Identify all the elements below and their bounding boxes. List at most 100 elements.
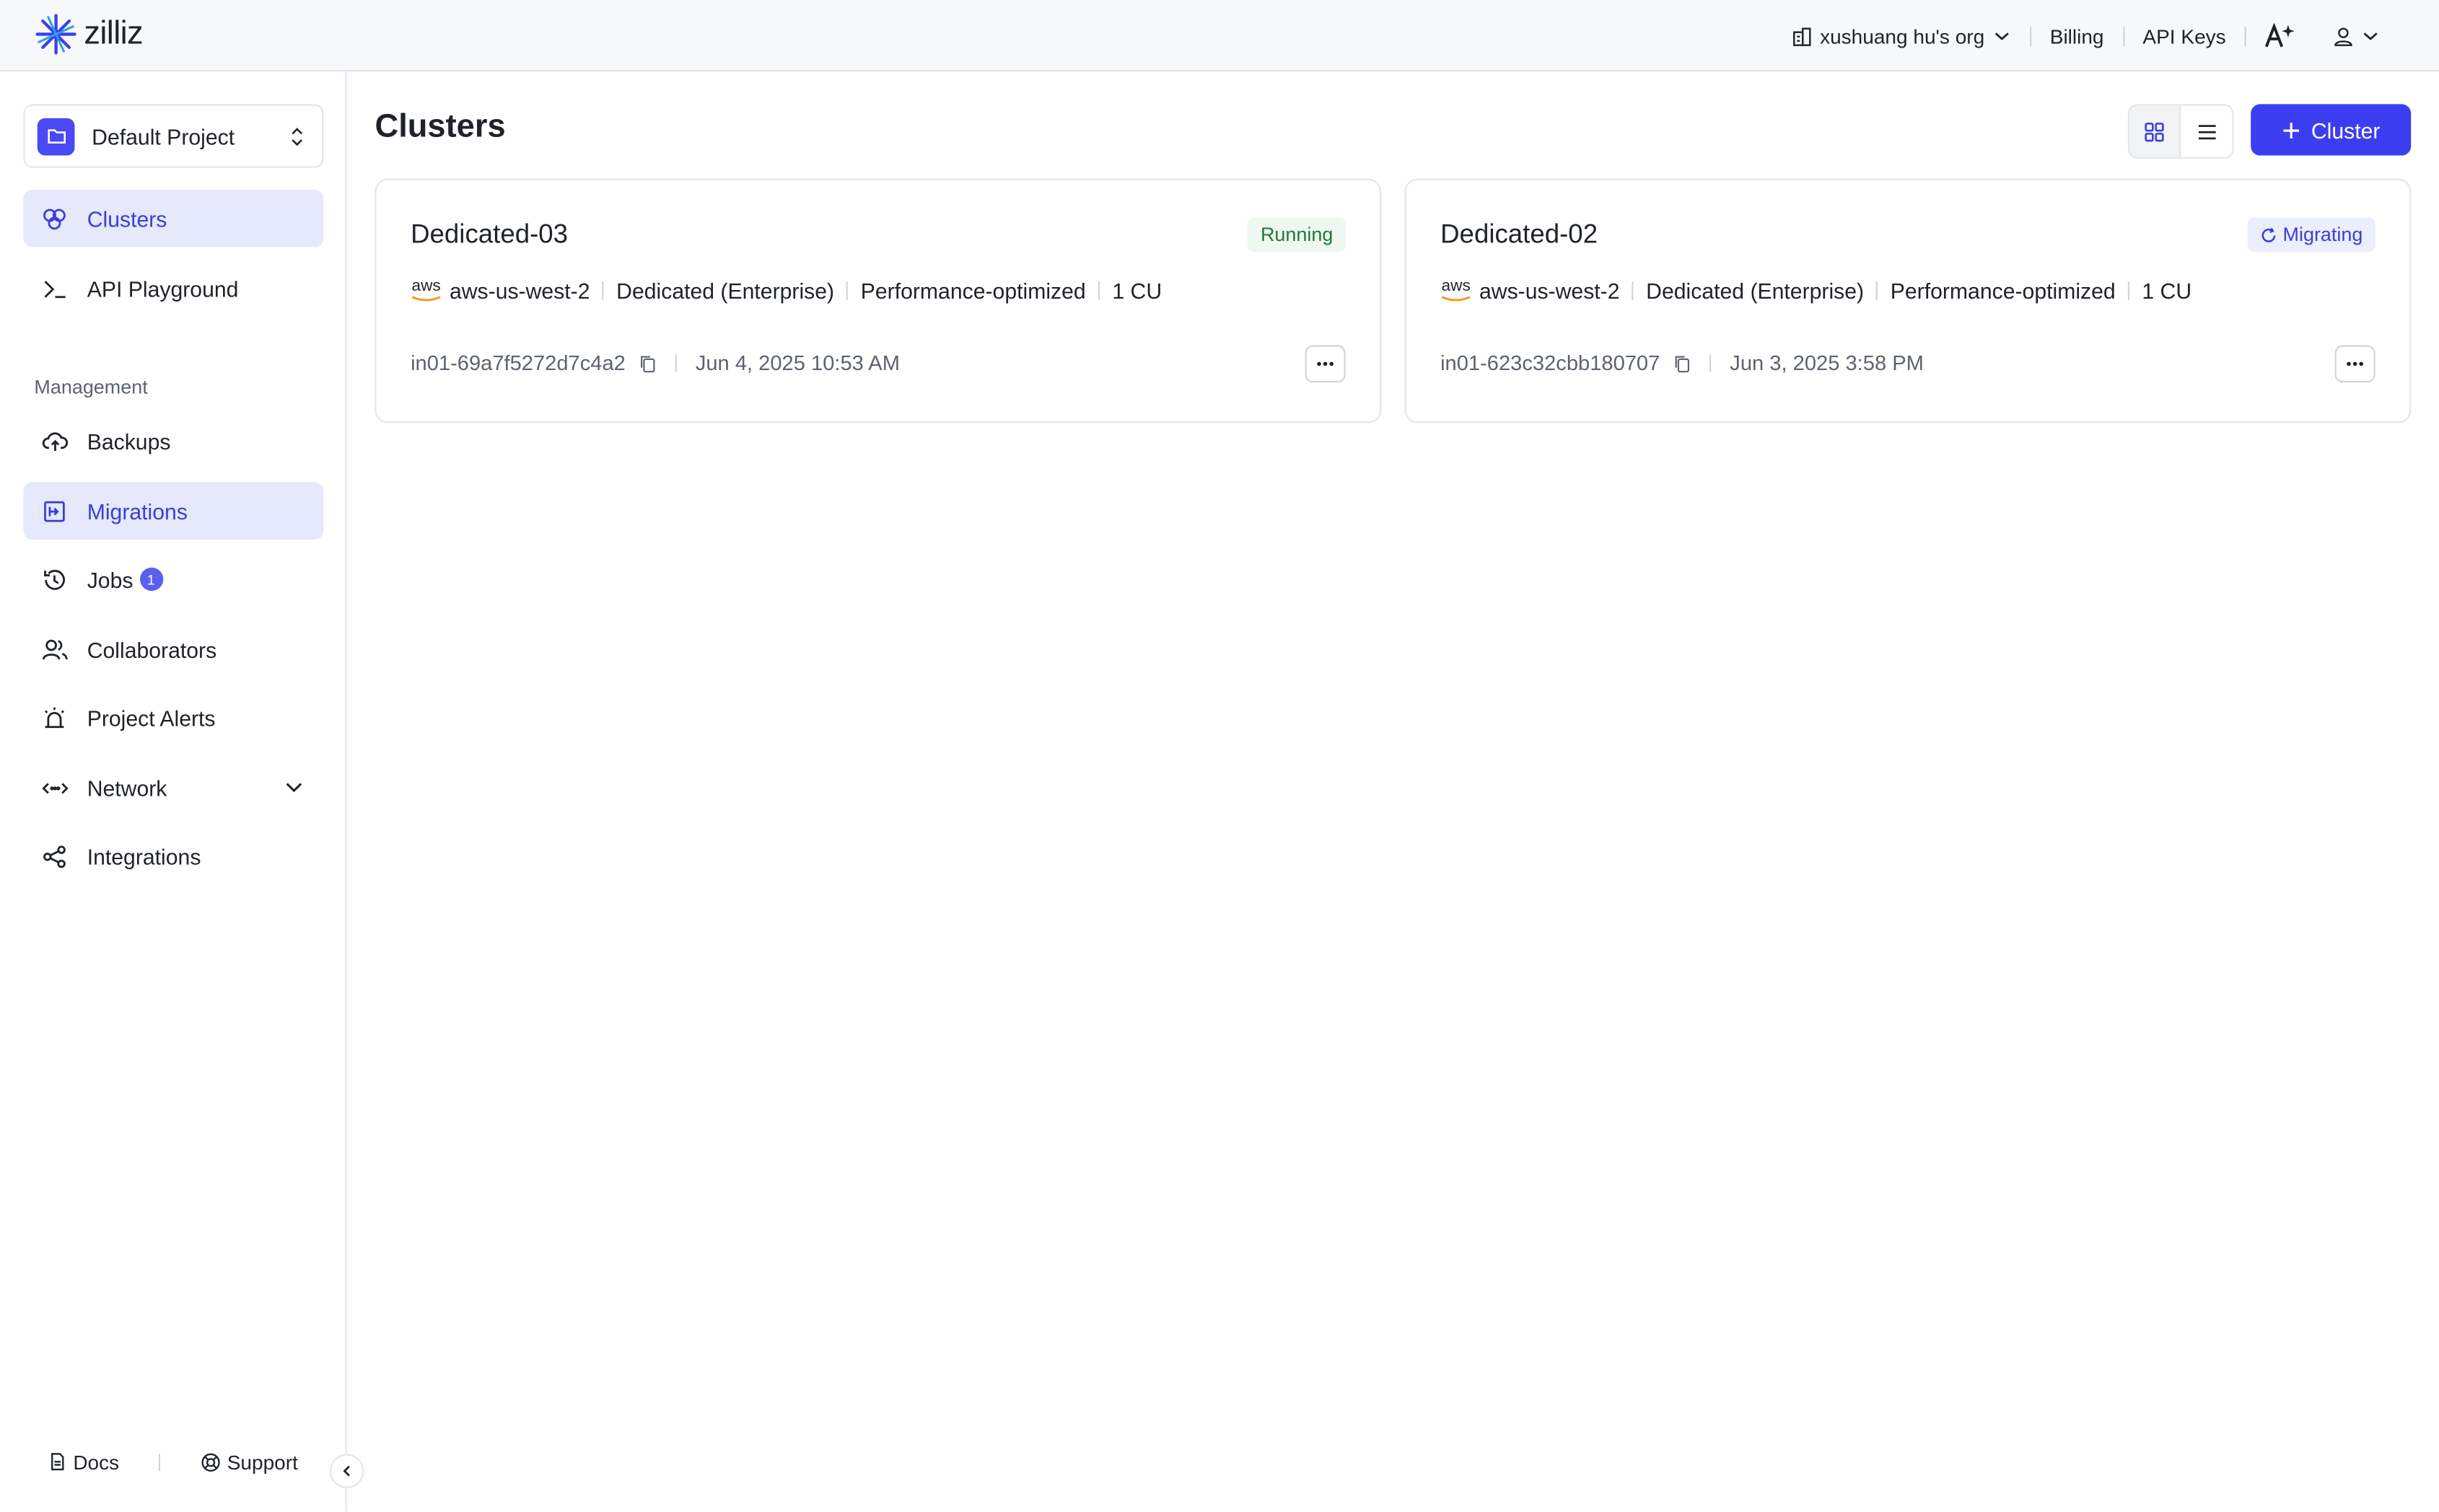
page-title: Clusters: [375, 108, 506, 145]
cluster-card[interactable]: Dedicated-02 Migrating aws aws-us-west-2…: [1404, 178, 2412, 423]
cluster-meta: aws aws-us-west-2 Dedicated (Enterprise)…: [1440, 278, 2192, 304]
top-bar: zilliz xushuang hu's org Billing API Key…: [0, 0, 2439, 72]
users-icon: [40, 636, 69, 664]
add-cluster-label: Cluster: [2311, 117, 2381, 143]
cluster-id: in01-69a7f5272d7c4a2: [411, 351, 626, 375]
sidebar-item-label: Jobs: [87, 566, 133, 592]
copy-icon[interactable]: [1674, 353, 1691, 372]
project-name: Default Project: [92, 123, 235, 149]
top-right-menu: xushuang hu's org Billing API Keys: [1773, 0, 2399, 71]
sidebar-item-network[interactable]: Network: [23, 759, 323, 817]
docs-link[interactable]: Docs: [48, 1450, 119, 1473]
history-icon: [40, 566, 69, 594]
ai-sparkle-icon: [2264, 23, 2295, 48]
status-badge: Running: [1248, 217, 1346, 252]
terminal-icon: [40, 274, 69, 302]
add-cluster-button[interactable]: Cluster: [2251, 104, 2412, 156]
cluster-card[interactable]: Dedicated-03 Running aws aws-us-west-2 D…: [375, 178, 1382, 423]
cluster-meta: aws aws-us-west-2 Dedicated (Enterprise)…: [411, 278, 1162, 303]
divider: [1632, 281, 1634, 301]
app-root: zilliz xushuang hu's org Billing API Key…: [0, 0, 2439, 1512]
sidebar-item-label: Network: [87, 775, 167, 801]
sidebar-item-label: Project Alerts: [87, 705, 216, 731]
cluster-plan: Dedicated (Enterprise): [616, 278, 835, 304]
brand-name: zilliz: [84, 15, 144, 52]
cloud-upload-icon: [40, 427, 69, 455]
sidebar-item-api-playground[interactable]: API Playground: [23, 260, 323, 317]
user-icon: [2334, 27, 2352, 45]
api-keys-label: API Keys: [2142, 24, 2226, 48]
main-content: Clusters Cluster Dedicated-03 Running aw…: [349, 71, 2439, 1511]
sidebar-item-label: Backups: [87, 428, 171, 454]
sidebar-item-clusters[interactable]: Clusters: [23, 189, 324, 247]
zilliz-logo-icon: [35, 14, 76, 55]
share-icon: [40, 842, 69, 870]
more-actions-button[interactable]: [1305, 345, 1346, 383]
status-label: Migrating: [2282, 224, 2363, 246]
building-icon: [1793, 27, 1811, 45]
grid-view-button[interactable]: [2129, 105, 2181, 157]
sidebar-item-migrations[interactable]: Migrations: [23, 482, 324, 540]
copy-icon[interactable]: [639, 353, 657, 372]
support-link[interactable]: Support: [201, 1450, 298, 1473]
user-menu[interactable]: [2315, 26, 2399, 46]
cluster-name[interactable]: Dedicated-03: [411, 219, 568, 250]
clusters-icon: [40, 204, 69, 232]
folder-icon: [37, 117, 75, 155]
sidebar-item-label: Collaborators: [87, 636, 217, 662]
ellipsis-icon: [1317, 361, 1334, 366]
sidebar-item-project-alerts[interactable]: Project Alerts: [23, 689, 323, 747]
billing-label: Billing: [2049, 24, 2104, 48]
cluster-region: aws-us-west-2: [1479, 278, 1620, 304]
divider: [602, 281, 604, 301]
sidebar-item-label: Clusters: [87, 206, 167, 232]
status-badge: Migrating: [2246, 217, 2375, 252]
sidebar-item-integrations[interactable]: Integrations: [23, 827, 323, 885]
api-keys-link[interactable]: API Keys: [2124, 24, 2245, 47]
ai-assistant-button[interactable]: [2246, 23, 2315, 48]
sidebar-item-label: API Playground: [87, 276, 239, 302]
divider: [158, 1453, 161, 1471]
migrate-icon: [40, 497, 69, 525]
sidebar-item-collaborators[interactable]: Collaborators: [23, 620, 323, 678]
jobs-count-badge: 1: [139, 567, 163, 592]
sidebar-item-label: Migrations: [87, 498, 188, 524]
list-icon: [2197, 124, 2215, 139]
cluster-created: Jun 4, 2025 10:53 AM: [695, 351, 900, 375]
chevron-down-icon[interactable]: [283, 776, 305, 798]
more-actions-button[interactable]: [2334, 345, 2375, 383]
sidebar-item-jobs[interactable]: Jobs 1: [23, 550, 323, 608]
aws-icon: aws: [1440, 278, 1471, 302]
billing-link[interactable]: Billing: [2031, 24, 2123, 47]
chevron-down-icon: [2363, 32, 2378, 40]
org-switcher[interactable]: xushuang hu's org: [1773, 24, 2029, 48]
section-label-management: Management: [34, 376, 148, 398]
sidebar-footer: Docs Support: [0, 1443, 347, 1480]
network-icon: [40, 773, 69, 801]
project-selector[interactable]: Default Project: [23, 104, 324, 168]
alarm-icon: [40, 703, 69, 731]
support-icon: [201, 1452, 220, 1471]
logo[interactable]: zilliz: [34, 12, 144, 56]
sidebar-item-label: Integrations: [87, 843, 201, 869]
sidebar-item-backups[interactable]: Backups: [23, 412, 323, 470]
cluster-name[interactable]: Dedicated-02: [1440, 219, 1598, 250]
divider: [1876, 281, 1878, 301]
cluster-type: Performance-optimized: [860, 278, 1086, 304]
cluster-created: Jun 3, 2025 3:58 PM: [1730, 351, 1924, 375]
chevron-down-icon: [1994, 32, 2009, 40]
cluster-size: 1 CU: [2142, 278, 2192, 304]
chevron-up-down-icon: [292, 127, 303, 146]
divider: [2127, 281, 2130, 301]
ellipsis-icon: [2347, 361, 2364, 366]
cluster-type: Performance-optimized: [1890, 278, 2116, 304]
divider: [675, 354, 677, 372]
refresh-icon: [2261, 227, 2275, 242]
list-view-button[interactable]: [2181, 106, 2232, 157]
divider: [1098, 281, 1100, 301]
docs-label: Docs: [73, 1450, 120, 1474]
view-toggle: [2127, 104, 2234, 159]
grid-icon: [2145, 121, 2164, 141]
support-label: Support: [227, 1450, 298, 1474]
cluster-plan: Dedicated (Enterprise): [1646, 278, 1865, 304]
